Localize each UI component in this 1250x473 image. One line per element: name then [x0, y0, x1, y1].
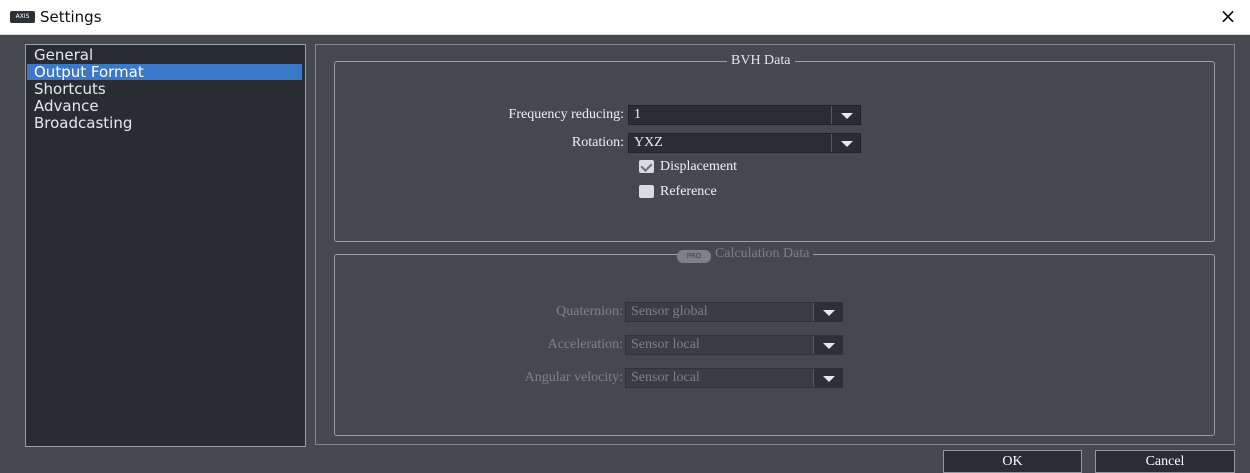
rotation-value: YXZ — [634, 135, 663, 150]
bvh-data-group: BVH Data Frequency reducing: 1 Rotation:… — [334, 52, 1215, 242]
calculation-data-title: Calculation Data — [711, 245, 814, 263]
app-logo-icon: AXIS — [10, 11, 35, 23]
sidebar-item-advance[interactable]: Advance — [27, 98, 302, 114]
acceleration-label: Acceleration: — [547, 337, 623, 352]
angular-velocity-select: Sensor local — [625, 368, 843, 388]
quaternion-select: Sensor global — [625, 302, 843, 322]
sidebar-item-broadcasting[interactable]: Broadcasting — [27, 115, 302, 131]
quaternion-value: Sensor global — [631, 304, 708, 319]
sidebar-item-general[interactable]: General — [27, 47, 302, 63]
angular-velocity-label: Angular velocity: — [524, 370, 623, 385]
angular-velocity-value: Sensor local — [631, 370, 700, 385]
reference-label: Reference — [660, 184, 717, 199]
displacement-label: Displacement — [660, 159, 737, 174]
rotation-label: Rotation: — [571, 135, 624, 150]
acceleration-select: Sensor local — [625, 335, 843, 355]
chevron-down-icon — [813, 303, 842, 321]
ok-button[interactable]: OK — [943, 450, 1082, 473]
frequency-reducing-label: Frequency reducing: — [508, 107, 624, 122]
frequency-reducing-value: 1 — [634, 107, 641, 122]
chevron-down-icon — [813, 336, 842, 354]
bvh-data-title: BVH Data — [727, 52, 795, 70]
chevron-down-icon — [813, 369, 842, 387]
pro-badge: PRO — [677, 250, 711, 263]
chevron-down-icon[interactable] — [831, 134, 860, 152]
chevron-down-icon[interactable] — [831, 106, 860, 124]
calculation-data-group: Calculation Data Quaternion: Sensor glob… — [334, 245, 1215, 436]
sidebar-item-shortcuts[interactable]: Shortcuts — [27, 81, 302, 97]
displacement-checkbox[interactable] — [639, 160, 654, 173]
reference-checkbox[interactable] — [639, 185, 654, 198]
cancel-button[interactable]: Cancel — [1095, 450, 1235, 473]
frequency-reducing-select[interactable]: 1 — [628, 105, 861, 125]
settings-sidebar: General Output Format Shortcuts Advance … — [25, 44, 306, 447]
acceleration-value: Sensor local — [631, 337, 700, 352]
rotation-select[interactable]: YXZ — [628, 133, 861, 153]
sidebar-item-output-format[interactable]: Output Format — [27, 64, 302, 80]
window-title: Settings — [40, 8, 102, 26]
title-bar: AXIS Settings × — [0, 0, 1250, 35]
displacement-checkbox-row[interactable]: Displacement — [639, 157, 839, 177]
close-icon[interactable]: × — [1216, 4, 1240, 28]
quaternion-label: Quaternion: — [556, 304, 623, 319]
reference-checkbox-row[interactable]: Reference — [639, 182, 839, 202]
